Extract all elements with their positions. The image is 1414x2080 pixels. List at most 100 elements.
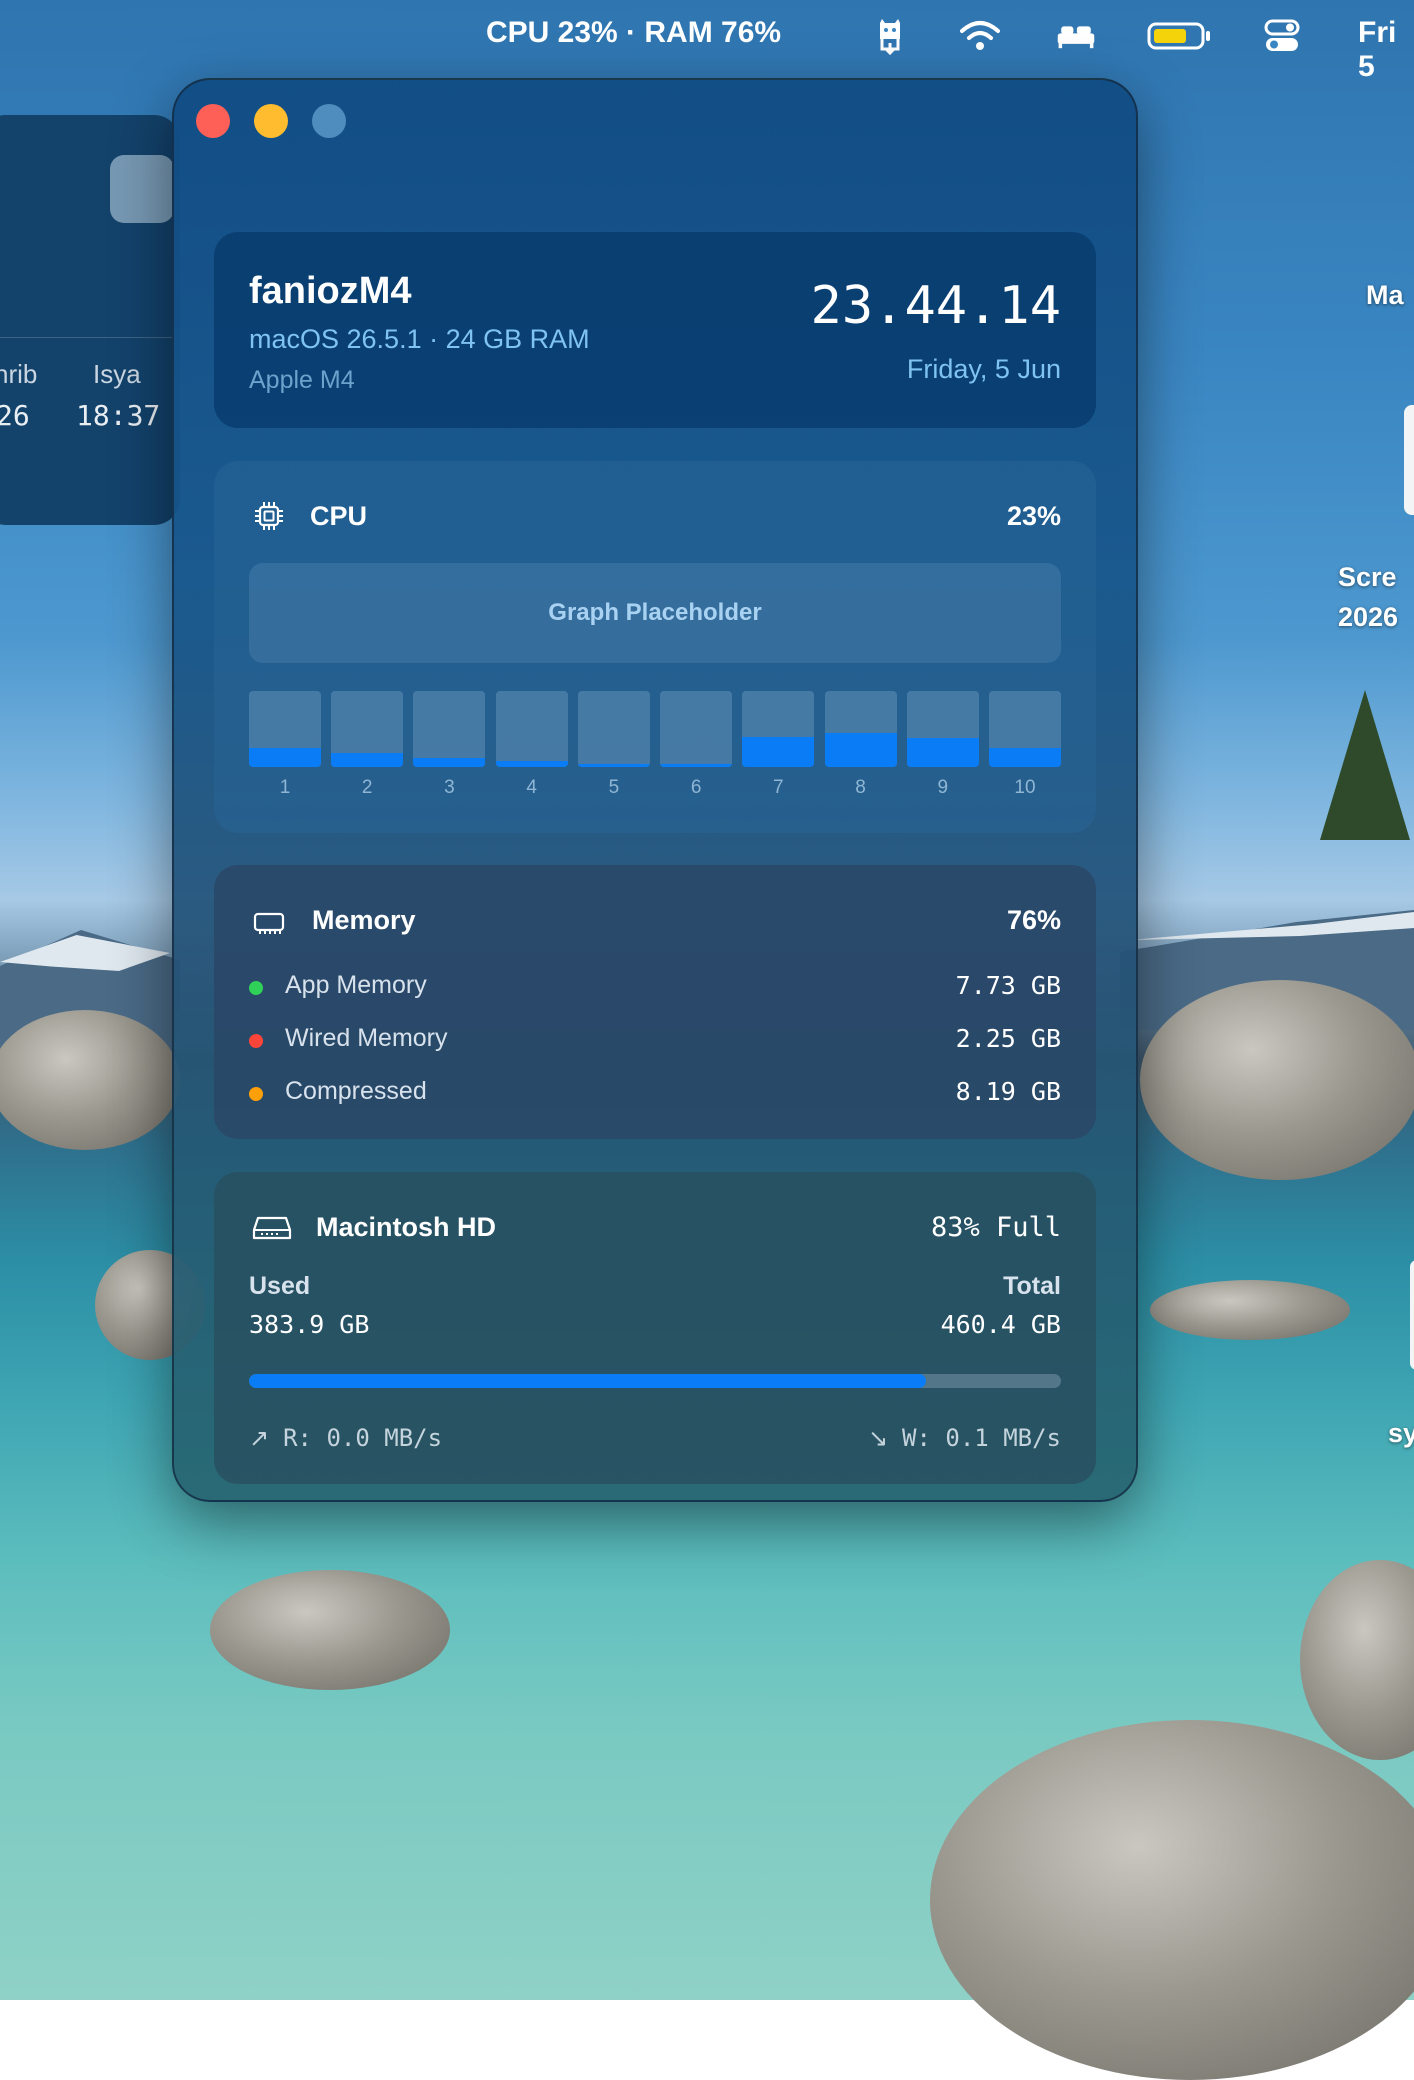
cpu-card: CPU 23% Graph Placeholder 1 2 3 4 5 6 7 8 9 10 xyxy=(214,461,1096,833)
disk-card: Macintosh HD 83% Full Used Total 383.9 G… xyxy=(214,1172,1096,1484)
cpu-core-label: 1 xyxy=(279,777,291,798)
disk-usage-fill xyxy=(249,1374,927,1388)
cpu-core-label: 3 xyxy=(444,777,455,798)
cpu-core-label: 10 xyxy=(1014,777,1036,798)
desktop-file-icon-2[interactable] xyxy=(1410,1260,1414,1370)
memory-title: Memory xyxy=(312,905,416,935)
battery-icon[interactable] xyxy=(1146,16,1212,56)
cpu-core-load-fill xyxy=(742,736,815,767)
cpu-core-load-fill xyxy=(495,760,568,767)
cpu-core-load-fill xyxy=(989,748,1061,767)
chip-name: Apple M4 xyxy=(249,366,355,394)
pine-tree xyxy=(1320,690,1410,840)
disk-usage-value: 83% Full xyxy=(930,1212,1061,1243)
cpu-core-track xyxy=(989,691,1061,767)
zoom-button[interactable] xyxy=(312,104,346,138)
system-info-card: faniozM4 macOS 26.5.1 · 24 GB RAM Apple … xyxy=(214,232,1096,428)
menubar-clock[interactable]: Fri 5 xyxy=(1358,16,1414,84)
app-icon xyxy=(110,155,174,223)
rock-right-1 xyxy=(1140,980,1414,1180)
close-button[interactable] xyxy=(196,104,230,138)
cpu-core-1: 1 xyxy=(249,691,321,799)
desktop-label-top[interactable]: Ma xyxy=(1366,280,1404,311)
system-monitor-window: faniozM4 macOS 26.5.1 · 24 GB RAM Apple … xyxy=(172,78,1138,1502)
current-date: Friday, 5 Jun xyxy=(906,354,1061,384)
cpu-title: CPU xyxy=(310,501,368,531)
cpu-core-track xyxy=(824,691,897,767)
cpu-core-9: 9 xyxy=(906,691,979,799)
cpu-core-3: 3 xyxy=(413,691,486,799)
cpu-core-label: 9 xyxy=(937,777,949,798)
cpu-core-label: 6 xyxy=(690,777,702,798)
rock-bottom-right xyxy=(930,1720,1414,2080)
cpu-core-10: 10 xyxy=(989,691,1061,799)
cpu-core-track xyxy=(577,691,650,767)
cpu-core-bars: 1 2 3 4 5 6 7 8 9 10 xyxy=(249,691,1061,801)
control-center-icon[interactable] xyxy=(1262,16,1302,56)
wired-memory-value: 2.25 GB xyxy=(955,1024,1061,1053)
desktop-label-screenshot-1[interactable]: Scre xyxy=(1338,562,1397,593)
cpu-graph-placeholder: Graph Placeholder xyxy=(249,563,1061,663)
prayer-name-1: hrib xyxy=(0,359,38,389)
prayer-time-1: 26 xyxy=(0,399,30,432)
rock-center xyxy=(210,1570,450,1690)
cpu-core-8: 8 xyxy=(824,691,897,799)
bed-icon[interactable] xyxy=(1056,16,1096,56)
cpu-core-label: 8 xyxy=(855,777,866,798)
disk-used-label: Used xyxy=(249,1272,311,1300)
cpu-core-load-fill xyxy=(577,763,650,767)
disk-total-value: 460.4 GB xyxy=(940,1310,1061,1339)
prayer-time-2: 18:37 xyxy=(76,399,161,432)
rock-left-1 xyxy=(0,1010,180,1150)
wired-memory-dot xyxy=(249,1034,263,1048)
cpu-core-track xyxy=(331,691,404,767)
cpu-core-5: 5 xyxy=(577,691,650,799)
cpu-core-track xyxy=(249,691,321,767)
disk-write-rate: ↘ W: 0.1 MB/s xyxy=(868,1424,1061,1452)
cpu-core-2: 2 xyxy=(331,691,404,799)
disk-total-label: Total xyxy=(1003,1272,1061,1300)
write-rate-text: W: 0.1 MB/s xyxy=(902,1424,1061,1452)
wifi-icon[interactable] xyxy=(960,16,1000,56)
rock-right-2 xyxy=(1150,1280,1350,1340)
wired-memory-label: Wired Memory xyxy=(285,1024,448,1052)
app-status-icon[interactable] xyxy=(870,16,910,56)
write-arrow-icon: ↘ xyxy=(867,1424,889,1452)
cpu-core-load-fill xyxy=(413,757,486,767)
memory-row-compressed: Compressed 8.19 GB xyxy=(249,1073,1061,1113)
compressed-memory-label: Compressed xyxy=(285,1077,427,1105)
disk-used-value: 383.9 GB xyxy=(249,1310,370,1339)
menu-bar: CPU 23% · RAM 76% Fri 5 xyxy=(0,0,1414,83)
cpu-core-load-fill xyxy=(906,738,979,767)
compressed-memory-value: 8.19 GB xyxy=(955,1077,1061,1106)
cpu-core-load-fill xyxy=(824,732,897,767)
cpu-core-7: 7 xyxy=(742,691,815,799)
os-info: macOS 26.5.1 · 24 GB RAM xyxy=(249,324,590,354)
hard-drive-icon xyxy=(252,1216,292,1240)
disk-usage-bar xyxy=(249,1374,1061,1388)
cpu-core-track xyxy=(495,691,568,767)
cpu-core-label: 2 xyxy=(361,777,373,798)
disk-read-rate: ↗ R: 0.0 MB/s xyxy=(249,1424,442,1452)
memory-row-wired: Wired Memory 2.25 GB xyxy=(249,1020,1061,1060)
cpu-core-track xyxy=(413,691,486,767)
desktop-file-icon[interactable] xyxy=(1404,405,1414,515)
prayer-times-widget[interactable]: hrib 26 Isya 18:37 xyxy=(0,115,180,525)
memory-usage-value: 76% xyxy=(1006,905,1061,935)
cpu-core-4: 4 xyxy=(495,691,568,799)
cpu-core-label: 4 xyxy=(526,777,537,798)
minimize-button[interactable] xyxy=(254,104,288,138)
memory-row-app: App Memory 7.73 GB xyxy=(249,967,1061,1007)
cpu-core-label: 7 xyxy=(773,777,784,798)
rock-right-3 xyxy=(1300,1560,1414,1760)
app-memory-value: 7.73 GB xyxy=(955,971,1061,1000)
menubar-system-stats[interactable]: CPU 23% · RAM 76% xyxy=(486,16,781,50)
cpu-core-label: 5 xyxy=(608,777,620,798)
read-rate-text: R: 0.0 MB/s xyxy=(283,1424,443,1452)
read-arrow-icon: ↗ xyxy=(249,1424,270,1452)
desktop-label-bottom[interactable]: sy xyxy=(1388,1418,1414,1449)
desktop-label-screenshot-2[interactable]: 2026 xyxy=(1338,602,1398,633)
cpu-core-load-fill xyxy=(660,763,733,767)
disk-title: Macintosh HD xyxy=(316,1212,497,1242)
cpu-core-track xyxy=(742,691,815,767)
